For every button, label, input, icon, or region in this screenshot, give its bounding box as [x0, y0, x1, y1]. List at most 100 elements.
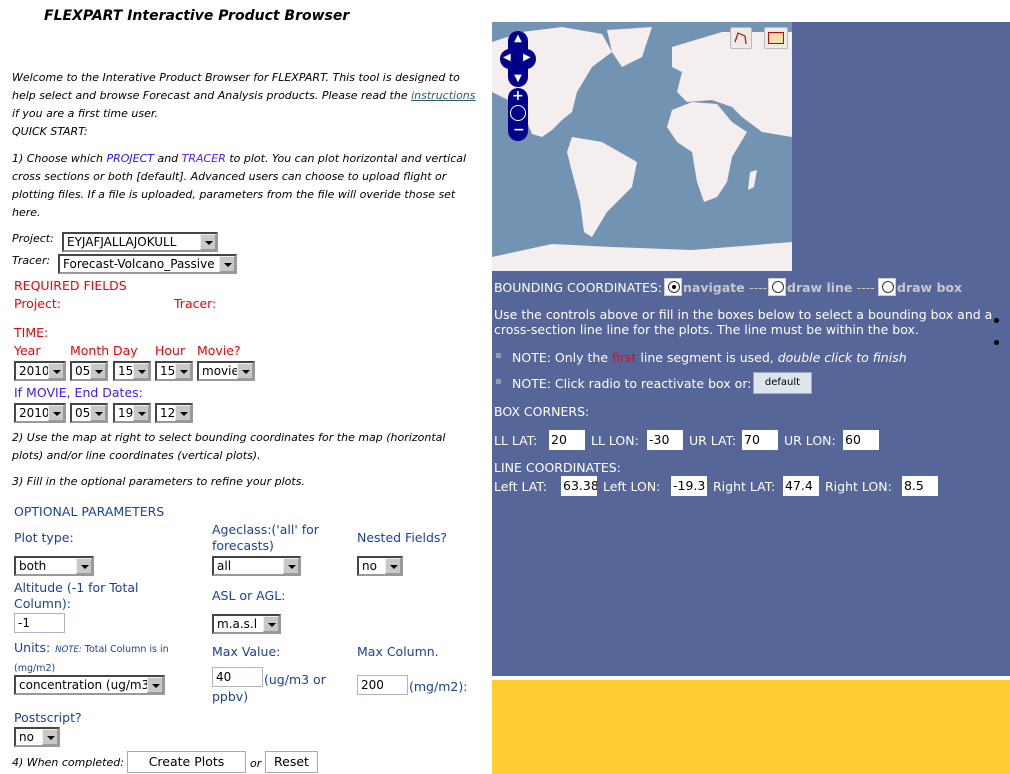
nested-select[interactable]: no [357, 556, 403, 576]
separator: ---- [748, 280, 768, 295]
left-lat-input[interactable]: 63.38 [561, 476, 597, 496]
page-title: FLEXPART Interactive Product Browser [44, 8, 350, 24]
chevron-down-icon [175, 405, 191, 421]
altitude-input[interactable]: -1 [14, 613, 65, 633]
ur-lat-label: UR LAT: [689, 433, 737, 448]
or-text: or [250, 757, 262, 770]
map[interactable]: ▲ ▼ ◀ ▶ + − [492, 22, 792, 271]
ageclass-label: Ageclass:('all' for forecasts) [212, 522, 319, 553]
ageclass-select[interactable]: all [212, 556, 301, 576]
chevron-down-icon [48, 363, 64, 379]
asl-select[interactable]: m.a.s.l [212, 614, 281, 634]
pan-control[interactable]: ▲ ▼ ◀ ▶ [500, 31, 536, 87]
pan-up-icon[interactable]: ▲ [514, 33, 522, 44]
max-value-unit: (ug/m3 or ppbv) [212, 672, 326, 704]
left-lon-input[interactable]: -19.3 [671, 476, 707, 496]
ll-lon-input[interactable]: -30 [647, 430, 683, 450]
max-column-label: Max Column. [357, 644, 439, 659]
day-select[interactable]: 15 [113, 361, 151, 381]
max-column-input[interactable]: 200 [357, 675, 408, 695]
draw-line-text: draw line [787, 280, 853, 295]
draw-box-radio[interactable] [878, 278, 896, 296]
note-bullet-icon [496, 353, 501, 358]
ur-lon-input[interactable]: 60 [843, 430, 879, 450]
pan-right-icon[interactable]: ▶ [523, 52, 531, 63]
year-select[interactable]: 2010 [14, 361, 66, 381]
reset-button[interactable]: Reset [265, 751, 318, 773]
zoom-out-icon[interactable]: − [513, 122, 525, 138]
note2: NOTE: Click radio to reactivate box or: [512, 376, 752, 391]
ll-lon-label: LL LON: [591, 433, 639, 448]
antarctica [492, 242, 792, 271]
intro-text: Welcome to the Interative Product Browse… [12, 69, 482, 141]
postscript-value: no [19, 730, 34, 744]
required-tracer: Tracer: [174, 296, 217, 311]
instructions-link[interactable]: instructions [411, 89, 475, 102]
hour-label: Hour [155, 343, 186, 358]
end-day-value: 19 [118, 406, 134, 420]
draw-box-tool-icon[interactable] [764, 27, 788, 49]
plot-type-value: both [19, 559, 47, 573]
year-value: 2010 [19, 364, 50, 378]
optional-title: OPTIONAL PARAMETERS [14, 504, 165, 519]
end-month-select[interactable]: 05 [70, 403, 108, 423]
end-hour-select[interactable]: 12 [155, 403, 193, 423]
step4-label: 4) When completed: [12, 756, 124, 769]
intro-body: Welcome to the Interative Product Browse… [12, 71, 460, 102]
postscript-label: Postscript? [14, 710, 82, 725]
movie-select[interactable]: movie [197, 361, 255, 381]
asl-label: ASL or AGL: [212, 588, 286, 603]
month-label: Month [70, 343, 110, 358]
units-select[interactable]: concentration (ug/m3) [14, 675, 165, 695]
postscript-select[interactable]: no [14, 727, 60, 747]
chevron-down-icon [147, 677, 163, 693]
units-note-tag: NOTE: [55, 645, 82, 655]
tracer-select[interactable]: Forecast-Volcano_Passive [58, 254, 237, 274]
month-select[interactable]: 05 [70, 361, 108, 381]
end-year-select[interactable]: 2010 [14, 403, 66, 423]
footer-panel [492, 680, 1010, 774]
units-value: concentration (ug/m3) [19, 678, 154, 692]
navigate-text: navigate [683, 280, 745, 295]
project-word: PROJECT [106, 152, 154, 165]
navigate-radio[interactable] [664, 278, 682, 296]
bullet [994, 318, 999, 323]
draw-line-radio[interactable] [768, 278, 786, 296]
project-label: Project: [12, 232, 54, 245]
chevron-down-icon [133, 363, 149, 379]
nested-value: no [362, 559, 377, 573]
required-project: Project: [14, 296, 61, 311]
chevron-down-icon [48, 405, 64, 421]
ur-lat-input[interactable]: 70 [742, 430, 778, 450]
zoom-in-icon[interactable]: + [512, 88, 524, 104]
altitude-label: Altitude (-1 for Total Column): [14, 580, 139, 611]
asl-value: m.a.s.l [217, 617, 258, 631]
draw-line-tool-icon[interactable] [730, 27, 752, 49]
hour-value: 15 [160, 364, 176, 378]
right-lat-input[interactable]: 47.4 [783, 476, 819, 496]
create-plots-button[interactable]: Create Plots [127, 751, 246, 773]
pan-down-icon[interactable]: ▼ [514, 73, 522, 84]
left-lon-label: Left LON: [603, 479, 661, 494]
end-day-select[interactable]: 19 [113, 403, 151, 423]
note1-a: NOTE: Only the [512, 350, 612, 365]
separator: ---- [856, 280, 875, 295]
hour-select[interactable]: 15 [155, 361, 193, 381]
project-value: EYJAFJALLAJOKULL [67, 235, 177, 249]
movie-label: Movie? [197, 343, 241, 358]
project-select[interactable]: EYJAFJALLAJOKULL [62, 232, 218, 252]
note1-d: double click to finish [777, 350, 907, 365]
globe-icon[interactable] [510, 105, 526, 121]
right-lat-label: Right LAT: [713, 479, 776, 494]
help-text: Use the controls above or fill in the bo… [494, 307, 993, 337]
left-lat-label: Left LAT: [494, 479, 547, 494]
default-button[interactable]: default [753, 372, 812, 394]
pan-left-icon[interactable]: ◀ [503, 52, 511, 63]
tracer-word: TRACER [181, 152, 226, 165]
world-map [492, 27, 792, 271]
right-lon-input[interactable]: 8.5 [902, 476, 938, 496]
ageclass-value: all [217, 559, 232, 573]
ll-lat-input[interactable]: 20 [549, 430, 585, 450]
quick-start: QUICK START: [12, 125, 88, 138]
plot-type-select[interactable]: both [14, 556, 94, 576]
